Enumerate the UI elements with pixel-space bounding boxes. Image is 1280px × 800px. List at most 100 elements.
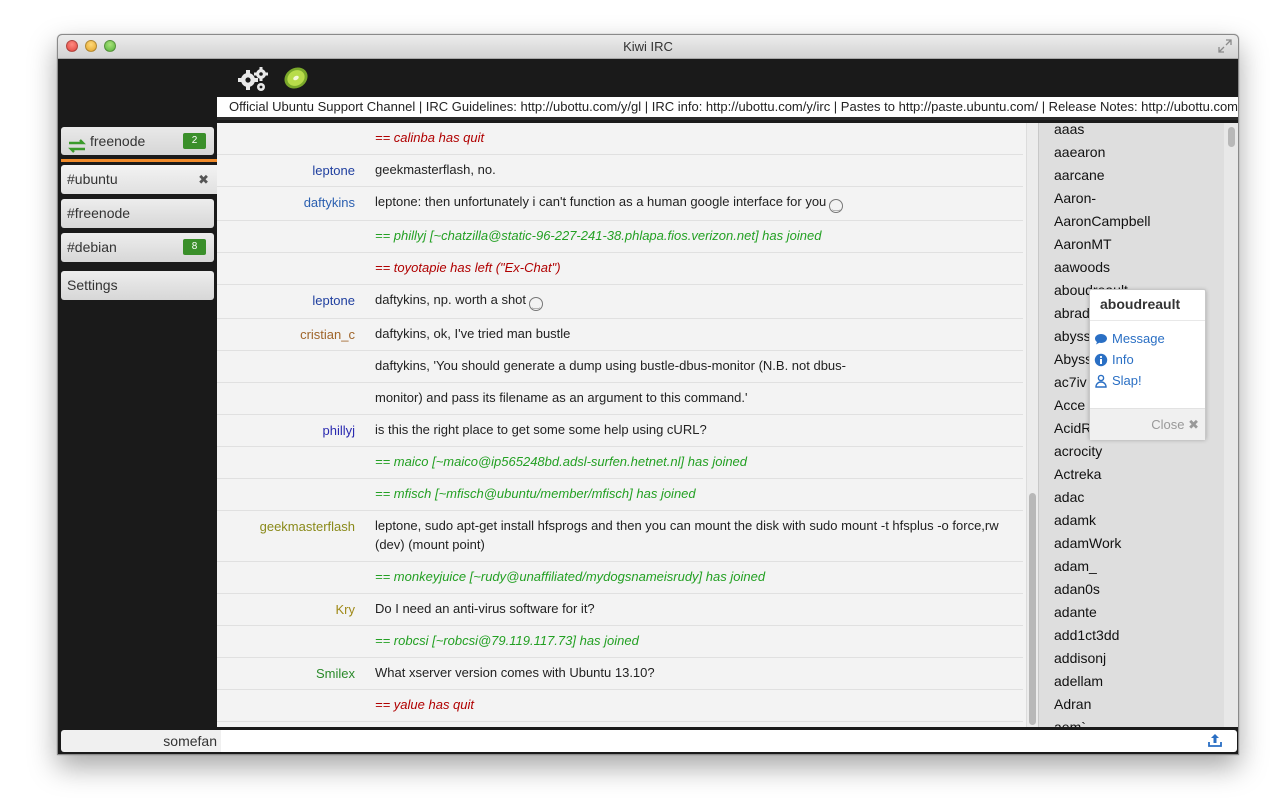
message-body: daftykins, ok, I've tried man bustle — [375, 324, 1015, 343]
message-text: daftykins, np. worth a shot — [375, 292, 527, 307]
message-body: monitor) and pass its filename as an arg… — [375, 388, 1015, 407]
user-list-item[interactable]: AaronMT — [1054, 235, 1112, 253]
message-nick[interactable]: geekmasterflash — [217, 519, 355, 535]
nick-label[interactable]: somefan — [61, 730, 221, 752]
settings-label: Settings — [67, 277, 118, 293]
user-list-item[interactable]: adan0s — [1054, 580, 1100, 598]
message-nick[interactable]: leptone — [217, 293, 355, 309]
channel-tab-freenode[interactable]: #freenode — [61, 199, 214, 228]
user-list-item[interactable]: aaearon — [1054, 143, 1105, 161]
chat-message-row: leptone daftykins, np. worth a shot ‿ — [217, 285, 1023, 319]
message-text: == phillyj [~chatzilla@static-96-227-241… — [375, 228, 822, 243]
close-channel-icon[interactable]: ✖ — [198, 165, 209, 194]
user-list-item[interactable]: AcidR — [1054, 419, 1091, 437]
message-nick[interactable]: Smilex — [217, 666, 355, 682]
message-nick[interactable]: leptone — [217, 163, 355, 179]
info-user-link[interactable]: Info — [1094, 352, 1134, 368]
minimize-window-button[interactable] — [85, 40, 97, 52]
message-text: monitor) and pass its filename as an arg… — [375, 390, 748, 405]
user-list-scrollbar[interactable] — [1224, 123, 1238, 727]
user-list-item[interactable]: Abyss — [1054, 350, 1092, 368]
user-list-item[interactable]: aawoods — [1054, 258, 1110, 276]
message-text: == robcsi [~robcsi@79.119.117.73] has jo… — [375, 633, 639, 648]
server-tab-freenode[interactable]: freenode 2 — [61, 127, 214, 155]
chat-message-row: == toyotapie has left ("Ex-Chat") — [217, 253, 1023, 285]
user-list-item[interactable]: addisonj — [1054, 649, 1106, 667]
message-body: == phillyj [~chatzilla@static-96-227-241… — [375, 226, 1015, 245]
settings-tab[interactable]: Settings — [61, 271, 214, 300]
upload-icon[interactable] — [1207, 732, 1223, 748]
user-menu-popup: aboudreault Message Info Slap! Close ✖ — [1089, 289, 1206, 440]
user-list-item[interactable]: adam_ — [1054, 557, 1097, 575]
zoom-window-button[interactable] — [104, 40, 116, 52]
message-body: == toyotapie has left ("Ex-Chat") — [375, 258, 1015, 277]
user-list-item[interactable]: aarcane — [1054, 166, 1105, 184]
fullscreen-icon[interactable] — [1218, 39, 1232, 53]
message-body: == maico [~maico@ip565248bd.adsl-surfen.… — [375, 452, 1015, 471]
user-list-item[interactable]: Aaron- — [1054, 189, 1096, 207]
message-nick[interactable]: cristian_c — [217, 327, 355, 343]
slap-user-link[interactable]: Slap! — [1095, 373, 1142, 389]
chat-message-row: monitor) and pass its filename as an arg… — [217, 383, 1023, 415]
user-list-item[interactable]: abyss — [1054, 327, 1091, 345]
gears-icon[interactable] — [236, 65, 270, 93]
message-body: == calinba has quit — [375, 128, 1015, 147]
message-body: geekmasterflash, no. — [375, 160, 1015, 179]
channel-tab-debian[interactable]: #debian 8 — [61, 233, 214, 262]
chat-message-row: cristian_c daftykins, ok, I've tried man … — [217, 319, 1023, 351]
chat-message-row: == mfisch [~mfisch@ubuntu/member/mfisch]… — [217, 479, 1023, 511]
channel-label: #debian — [67, 239, 117, 255]
kiwi-logo-icon[interactable] — [282, 65, 310, 91]
chat-message-row: == maico [~maico@ip565248bd.adsl-surfen.… — [217, 447, 1023, 479]
message-input[interactable] — [221, 730, 1237, 752]
message-text: == monkeyjuice [~rudy@unaffiliated/mydog… — [375, 569, 766, 584]
message-text: What xserver version comes with Ubuntu 1… — [375, 665, 655, 680]
user-list-item[interactable]: adamWork — [1054, 534, 1121, 552]
message-body: daftykins, 'You should generate a dump u… — [375, 356, 1015, 375]
message-body: daftykins, np. worth a shot ‿ — [375, 290, 1015, 311]
close-window-button[interactable] — [66, 40, 78, 52]
user-list-item[interactable]: aaas — [1054, 123, 1084, 138]
connection-arrows-icon — [67, 134, 87, 153]
speech-bubble-icon — [1094, 332, 1108, 346]
message-nick[interactable]: daftykins — [217, 195, 355, 211]
user-list-item[interactable]: aem` — [1054, 718, 1086, 727]
chat-scrollbar[interactable] — [1026, 123, 1038, 727]
user-list-item[interactable]: abrad — [1054, 304, 1090, 322]
user-list-item[interactable]: AaronCampbell — [1054, 212, 1151, 230]
info-label: Info — [1112, 352, 1134, 367]
message-nick[interactable]: Kry — [217, 602, 356, 618]
message-text: daftykins, ok, I've tried man bustle — [375, 326, 571, 341]
message-body: is this the right place to get some some… — [375, 420, 1015, 439]
user-list-item[interactable]: adac — [1054, 488, 1084, 506]
message-user-link[interactable]: Message — [1095, 331, 1165, 347]
user-list-item[interactable]: ac7iv — [1054, 373, 1087, 391]
user-list-scroll-thumb[interactable] — [1228, 127, 1235, 147]
user-list-item[interactable]: acrocity — [1054, 442, 1102, 460]
message-body: == robcsi [~robcsi@79.119.117.73] has jo… — [375, 631, 1015, 650]
user-list-item[interactable]: Actreka — [1054, 465, 1101, 483]
user-list-item[interactable]: add1ct3dd — [1054, 626, 1119, 644]
close-popup-button[interactable]: Close ✖ — [1151, 417, 1199, 433]
message-body: Do I need an anti-virus software for it? — [375, 599, 1015, 618]
chat-message-row: geekmasterflash leptone, sudo apt-get ins… — [217, 511, 1023, 562]
user-list-item[interactable]: Acce — [1054, 396, 1085, 414]
message-text: == toyotapie has left ("Ex-Chat") — [375, 260, 561, 275]
chat-message-row: == robcsi [~robcsi@79.119.117.73] has jo… — [217, 626, 1023, 658]
message-text: leptone, sudo apt-get install hfsprogs a… — [375, 518, 999, 552]
user-list-item[interactable]: adante — [1054, 603, 1097, 621]
user-list-item[interactable]: adellam — [1054, 672, 1103, 690]
input-bar: somefan — [58, 727, 1238, 754]
channel-label: #ubuntu — [67, 171, 118, 187]
channel-tab-ubuntu[interactable]: #ubuntu ✖ — [61, 165, 217, 194]
channel-label: #freenode — [67, 205, 131, 221]
info-icon — [1094, 353, 1108, 367]
message-nick[interactable]: phillyj — [217, 423, 355, 439]
message-body: == monkeyjuice [~rudy@unaffiliated/mydog… — [375, 567, 1015, 586]
chat-scroll-thumb[interactable] — [1029, 493, 1036, 725]
window-title: Kiwi IRC — [623, 39, 673, 54]
user-list-item[interactable]: adamk — [1054, 511, 1096, 529]
message-body: == mfisch [~mfisch@ubuntu/member/mfisch]… — [375, 484, 1015, 503]
user-list-item[interactable]: Adran — [1054, 695, 1091, 713]
chat-message-row: == monkeyjuice [~rudy@unaffiliated/mydog… — [217, 562, 1023, 594]
